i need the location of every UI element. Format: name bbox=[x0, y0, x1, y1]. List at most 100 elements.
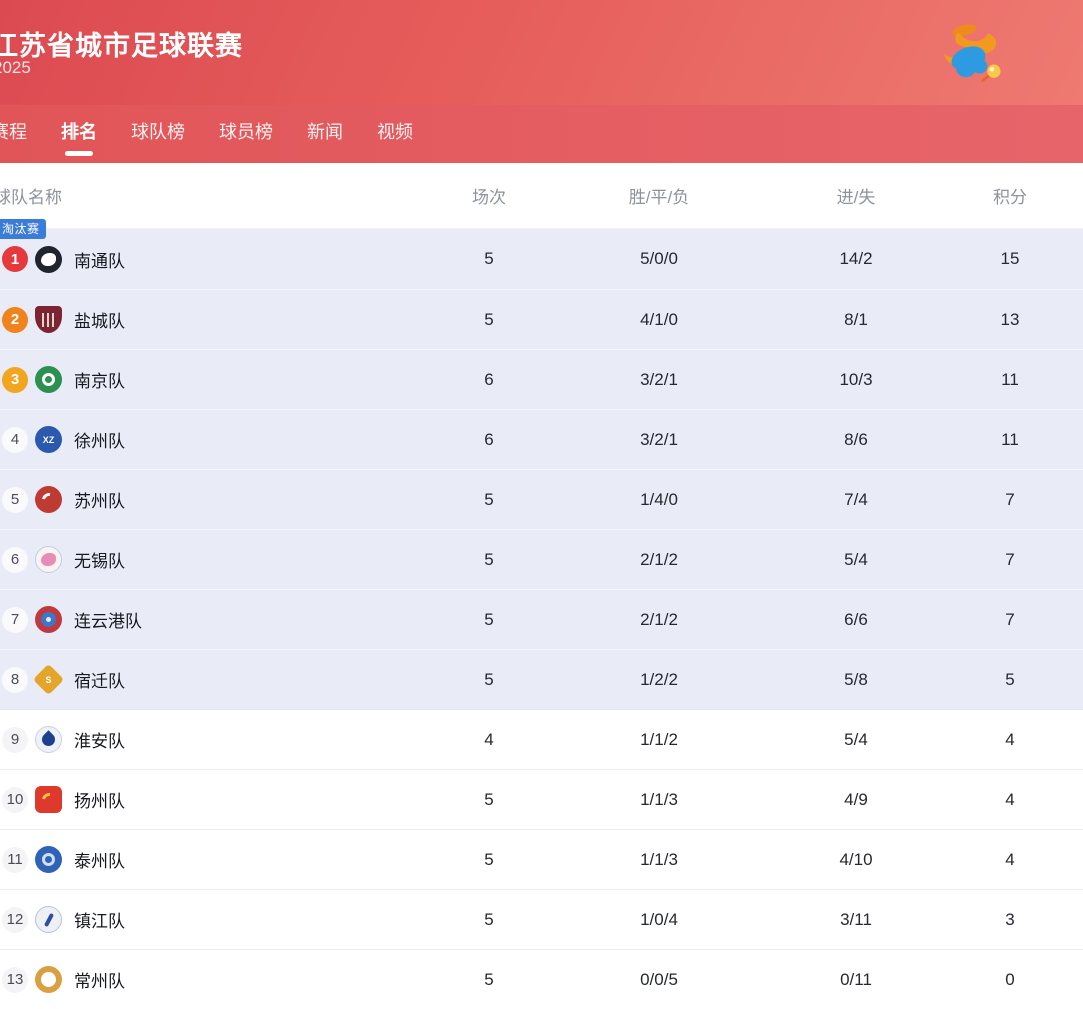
win-draw-loss: 2/1/2 bbox=[559, 610, 759, 630]
standings-page: 江苏省城市足球联赛 2025 赛程 排名 球队榜 球员榜 新闻 视频 球队名称 … bbox=[0, 0, 1083, 1009]
matches-played: 5 bbox=[419, 670, 559, 690]
rank-badge: 1 bbox=[2, 246, 28, 272]
nav-bar: 赛程 排名 球队榜 球员榜 新闻 视频 bbox=[0, 105, 1083, 163]
team-cell: 13 常州队 bbox=[0, 966, 419, 993]
points: 4 bbox=[953, 790, 1067, 810]
table-row[interactable]: 11 泰州队 5 1/1/3 4/10 4 bbox=[0, 829, 1083, 889]
team-name: 徐州队 bbox=[74, 427, 125, 452]
table-row[interactable]: 10 扬州队 5 1/1/3 4/9 4 bbox=[0, 769, 1083, 829]
win-draw-loss: 5/0/0 bbox=[559, 249, 759, 269]
goals-for-against: 4/9 bbox=[759, 790, 953, 810]
goals-for-against: 5/4 bbox=[759, 550, 953, 570]
team-logo-motif bbox=[42, 313, 55, 327]
matches-played: 5 bbox=[419, 790, 559, 810]
rank-badge: 5 bbox=[2, 487, 28, 513]
team-logo-icon bbox=[35, 846, 62, 873]
points: 4 bbox=[953, 850, 1067, 870]
points: 5 bbox=[953, 670, 1067, 690]
points: 7 bbox=[953, 550, 1067, 570]
table-row[interactable]: 3 南京队 6 3/2/1 10/3 11 bbox=[0, 349, 1083, 409]
team-cell: 1 南通队 bbox=[0, 246, 419, 273]
table-row[interactable]: 9 淮安队 4 1/1/2 5/4 4 bbox=[0, 709, 1083, 769]
column-header-played: 场次 bbox=[419, 183, 559, 208]
table-row[interactable]: 8 S 宿迁队 5 1/2/2 5/8 5 bbox=[0, 649, 1083, 709]
matches-played: 5 bbox=[419, 610, 559, 630]
points: 3 bbox=[953, 910, 1067, 930]
win-draw-loss: 2/1/2 bbox=[559, 550, 759, 570]
table-row[interactable]: 7 连云港队 5 2/1/2 6/6 7 bbox=[0, 589, 1083, 649]
team-logo-icon bbox=[35, 786, 62, 813]
rank-badge: 12 bbox=[2, 907, 28, 933]
points: 7 bbox=[953, 610, 1067, 630]
matches-played: 4 bbox=[419, 730, 559, 750]
team-name: 扬州队 bbox=[74, 787, 125, 812]
team-name: 无锡队 bbox=[74, 547, 125, 572]
matches-played: 5 bbox=[419, 910, 559, 930]
team-cell: 3 南京队 bbox=[0, 366, 419, 393]
goals-for-against: 3/11 bbox=[759, 910, 953, 930]
rank-badge: 6 bbox=[2, 547, 28, 573]
team-logo-icon bbox=[35, 726, 62, 753]
matches-played: 6 bbox=[419, 430, 559, 450]
page-header: 江苏省城市足球联赛 2025 bbox=[0, 0, 1083, 105]
table-row[interactable]: 1 南通队 5 5/0/0 14/2 15 淘汰赛 bbox=[0, 229, 1083, 289]
team-logo-icon bbox=[35, 246, 62, 273]
league-logo-icon bbox=[935, 18, 1011, 94]
team-name: 镇江队 bbox=[74, 907, 125, 932]
team-cell: 11 泰州队 bbox=[0, 846, 419, 873]
team-name: 泰州队 bbox=[74, 847, 125, 872]
team-name: 南京队 bbox=[74, 367, 125, 392]
tab-ranking[interactable]: 排名 bbox=[61, 110, 97, 158]
table-row[interactable]: 6 无锡队 5 2/1/2 5/4 7 bbox=[0, 529, 1083, 589]
win-draw-loss: 3/2/1 bbox=[559, 430, 759, 450]
goals-for-against: 4/10 bbox=[759, 850, 953, 870]
team-logo-motif: S bbox=[45, 675, 51, 685]
column-header-goals: 进/失 bbox=[759, 183, 953, 208]
team-name: 连云港队 bbox=[74, 607, 142, 632]
season-label: 2025 bbox=[0, 58, 31, 78]
team-logo-motif: XZ bbox=[43, 435, 55, 445]
team-logo-icon bbox=[35, 906, 62, 933]
win-draw-loss: 3/2/1 bbox=[559, 370, 759, 390]
rank-badge: 3 bbox=[2, 367, 28, 393]
table-row[interactable]: 13 常州队 5 0/0/5 0/11 0 bbox=[0, 949, 1083, 1009]
matches-played: 5 bbox=[419, 970, 559, 990]
win-draw-loss: 1/1/2 bbox=[559, 730, 759, 750]
goals-for-against: 5/4 bbox=[759, 730, 953, 750]
team-logo-motif bbox=[42, 853, 55, 866]
team-logo-icon: XZ bbox=[35, 426, 62, 453]
rank-badge: 8 bbox=[2, 667, 28, 693]
team-logo-motif bbox=[41, 612, 56, 627]
goals-for-against: 5/8 bbox=[759, 670, 953, 690]
team-logo-icon bbox=[35, 486, 62, 513]
column-header-points: 积分 bbox=[953, 183, 1067, 208]
win-draw-loss: 1/2/2 bbox=[559, 670, 759, 690]
tab-team-stats[interactable]: 球队榜 bbox=[131, 110, 185, 158]
matches-played: 5 bbox=[419, 249, 559, 269]
team-cell: 8 S 宿迁队 bbox=[0, 666, 419, 693]
table-row[interactable]: 12 镇江队 5 1/0/4 3/11 3 bbox=[0, 889, 1083, 949]
tab-schedule[interactable]: 赛程 bbox=[0, 110, 27, 158]
goals-for-against: 10/3 bbox=[759, 370, 953, 390]
points: 15 bbox=[953, 249, 1067, 269]
rank-badge: 13 bbox=[2, 967, 28, 993]
table-header: 球队名称 场次 胜/平/负 进/失 积分 bbox=[0, 163, 1083, 229]
goals-for-against: 7/4 bbox=[759, 490, 953, 510]
table-row[interactable]: 2 盐城队 5 4/1/0 8/1 13 bbox=[0, 289, 1083, 349]
knockout-stage-badge: 淘汰赛 bbox=[0, 219, 46, 239]
table-row[interactable]: 4 XZ 徐州队 6 3/2/1 8/6 11 bbox=[0, 409, 1083, 469]
rank-badge: 9 bbox=[2, 727, 28, 753]
tab-news[interactable]: 新闻 bbox=[307, 110, 343, 158]
team-cell: 7 连云港队 bbox=[0, 606, 419, 633]
tab-player-stats[interactable]: 球员榜 bbox=[219, 110, 273, 158]
team-logo-icon bbox=[35, 366, 62, 393]
team-cell: 5 苏州队 bbox=[0, 486, 419, 513]
table-row[interactable]: 5 苏州队 5 1/4/0 7/4 7 bbox=[0, 469, 1083, 529]
team-logo-icon bbox=[35, 966, 62, 993]
points: 11 bbox=[953, 430, 1067, 450]
goals-for-against: 0/11 bbox=[759, 970, 953, 990]
team-name: 南通队 bbox=[74, 247, 125, 272]
team-logo-icon: S bbox=[35, 666, 62, 693]
tab-video[interactable]: 视频 bbox=[377, 110, 413, 158]
win-draw-loss: 1/1/3 bbox=[559, 850, 759, 870]
